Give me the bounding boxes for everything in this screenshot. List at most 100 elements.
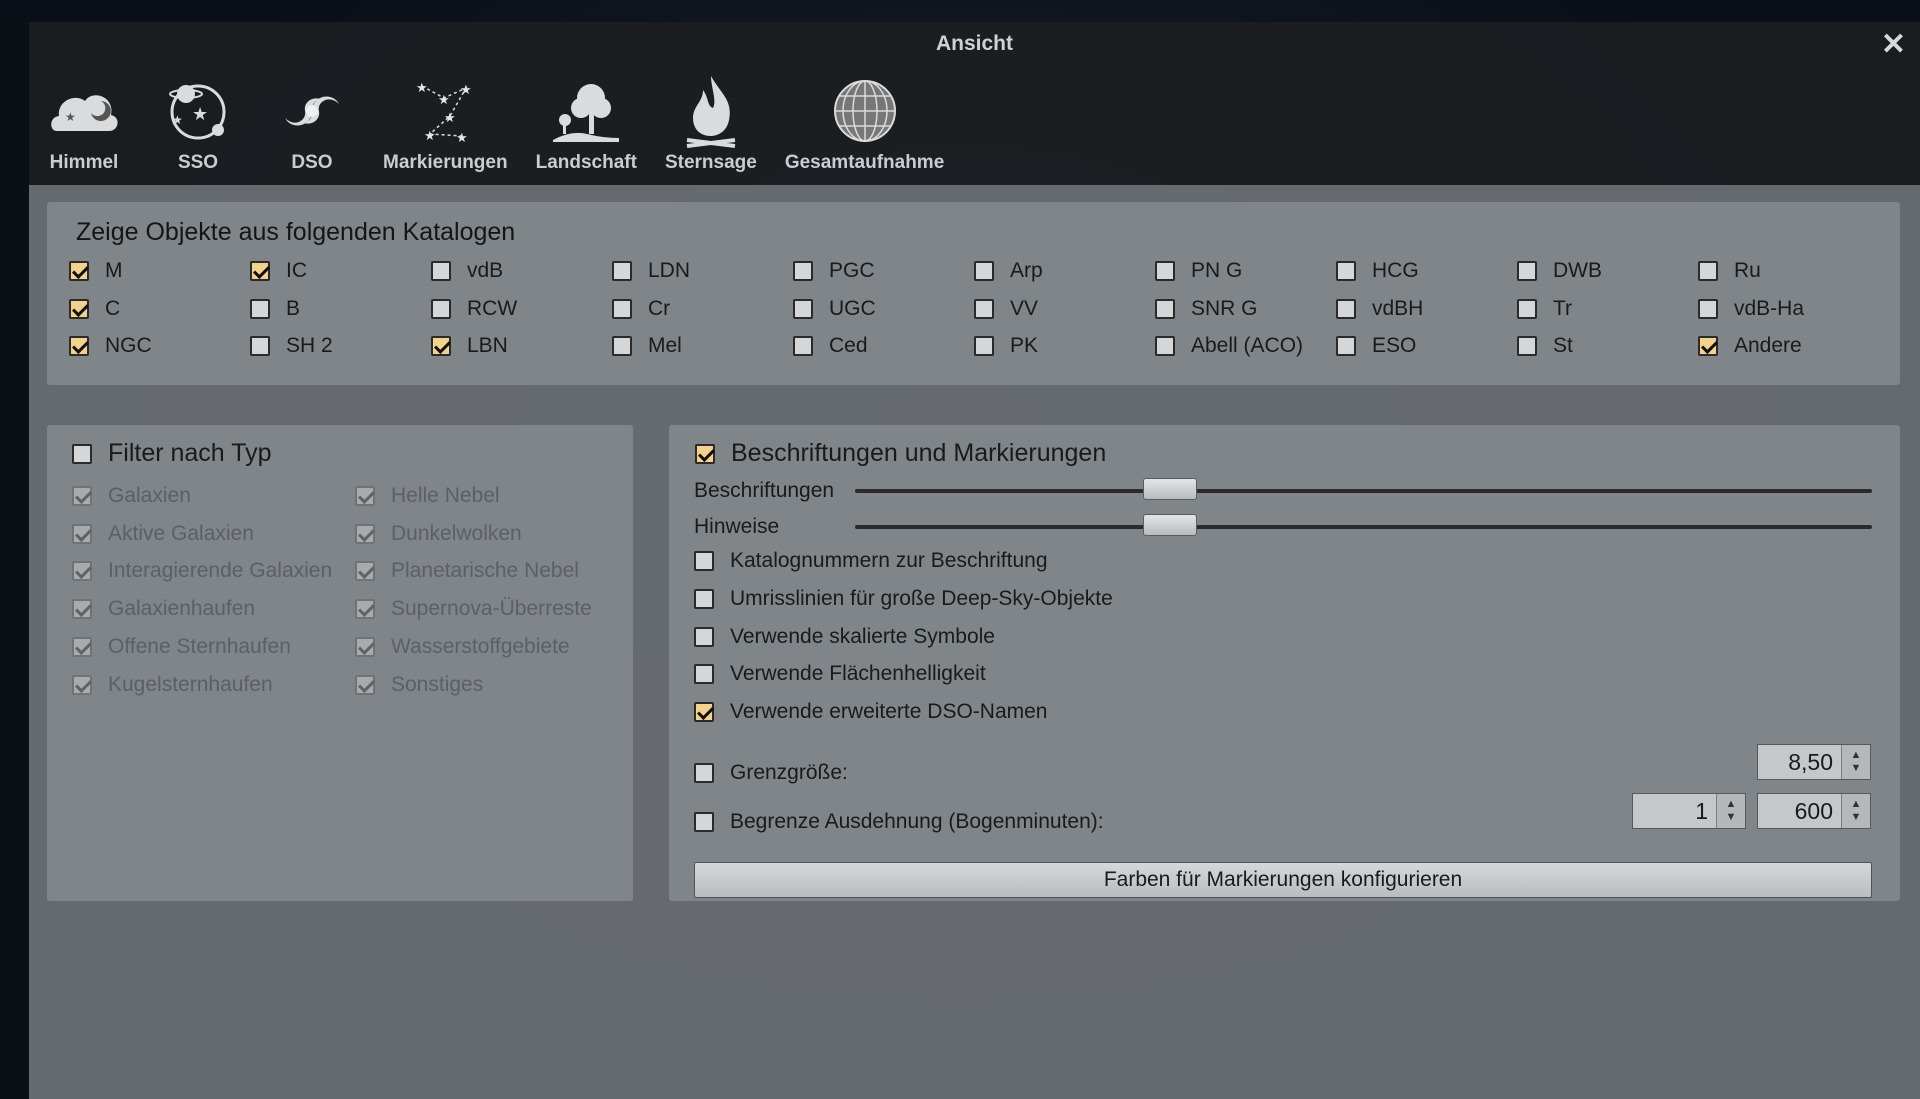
- labels-checkbox[interactable]: [695, 443, 715, 464]
- checkbox-item[interactable]: SNR G: [1155, 297, 1258, 321]
- magnitude-spinbox[interactable]: 8,50 ▲ ▼: [1757, 744, 1871, 780]
- checkbox[interactable]: [974, 298, 994, 319]
- checkbox[interactable]: [1517, 261, 1537, 281]
- checkbox[interactable]: [431, 298, 451, 319]
- checkbox-item[interactable]: Verwende Flächenhelligkeit: [694, 662, 986, 686]
- spin-up-icon[interactable]: ▲: [1726, 798, 1737, 811]
- checkbox-item[interactable]: vdB-Ha: [1698, 297, 1804, 321]
- checkbox[interactable]: [793, 298, 813, 319]
- checkbox-item[interactable]: Katalognummern zur Beschriftung: [694, 549, 1048, 573]
- magnitude-checkbox[interactable]: [694, 763, 714, 783]
- magnitude-value[interactable]: 8,50: [1758, 749, 1841, 776]
- checkbox-item[interactable]: B: [250, 297, 300, 321]
- checkbox[interactable]: [694, 551, 714, 571]
- extent-option[interactable]: Begrenze Ausdehnung (Bogenminuten):: [694, 810, 1104, 834]
- checkbox-item[interactable]: Ru: [1698, 259, 1761, 283]
- checkbox[interactable]: [694, 702, 714, 723]
- spin-up-icon[interactable]: ▲: [1851, 798, 1862, 811]
- extent-max-value[interactable]: 600: [1758, 798, 1841, 825]
- hints-slider-track[interactable]: [855, 525, 1872, 529]
- extent-min-spinbox[interactable]: 1 ▲ ▼: [1632, 793, 1746, 829]
- extent-max-spinbox[interactable]: 600 ▲ ▼: [1757, 793, 1871, 829]
- magnitude-option[interactable]: Grenzgröße:: [694, 761, 848, 785]
- labels-toggle[interactable]: Beschriftungen und Markierungen: [695, 439, 1106, 468]
- tab-markierungen[interactable]: ★ ★ ★ ★ ★ ★ Markierungen: [383, 70, 508, 185]
- checkbox-item[interactable]: LBN: [431, 334, 508, 358]
- spin-down-icon[interactable]: ▼: [1726, 811, 1737, 824]
- checkbox[interactable]: [694, 664, 714, 685]
- checkbox[interactable]: [1336, 336, 1356, 356]
- checkbox-item[interactable]: Umrisslinien für große Deep-Sky-Objekte: [694, 587, 1113, 611]
- checkbox[interactable]: [1336, 298, 1356, 319]
- checkbox-item[interactable]: Cr: [612, 297, 670, 321]
- checkbox[interactable]: [694, 588, 714, 609]
- checkbox[interactable]: [612, 261, 632, 281]
- checkbox-item[interactable]: Mel: [612, 334, 682, 358]
- close-icon[interactable]: ✕: [1881, 30, 1906, 60]
- tab-gesamtaufnahme[interactable]: Gesamtaufnahme: [785, 70, 944, 185]
- checkbox-item[interactable]: HCG: [1336, 259, 1419, 283]
- checkbox-item[interactable]: IC: [250, 259, 307, 283]
- checkbox-item[interactable]: RCW: [431, 297, 517, 321]
- checkbox-item[interactable]: M: [69, 259, 123, 283]
- checkbox-item[interactable]: ESO: [1336, 334, 1416, 358]
- checkbox[interactable]: [69, 336, 89, 356]
- checkbox[interactable]: [1155, 261, 1175, 281]
- checkbox[interactable]: [1698, 261, 1718, 281]
- labels-slider-track[interactable]: [855, 489, 1872, 493]
- checkbox[interactable]: [431, 261, 451, 281]
- checkbox[interactable]: [250, 336, 270, 356]
- checkbox-item[interactable]: Verwende erweiterte DSO-Namen: [694, 700, 1047, 724]
- checkbox-item[interactable]: Abell (ACO): [1155, 334, 1303, 358]
- checkbox-item[interactable]: NGC: [69, 334, 152, 358]
- tab-sso[interactable]: ★ ★ SSO: [155, 70, 241, 185]
- checkbox-item[interactable]: vdB: [431, 259, 503, 283]
- tab-dso[interactable]: DSO: [269, 70, 355, 185]
- checkbox-item[interactable]: vdBH: [1336, 297, 1423, 321]
- checkbox[interactable]: [974, 336, 994, 356]
- hints-slider-handle[interactable]: [1142, 514, 1197, 536]
- tab-landschaft[interactable]: Landschaft: [536, 70, 637, 185]
- spin-down-icon[interactable]: ▼: [1851, 811, 1862, 824]
- checkbox-item[interactable]: St: [1517, 334, 1573, 358]
- checkbox-item[interactable]: Verwende skalierte Symbole: [694, 625, 995, 649]
- checkbox-item[interactable]: Andere: [1698, 334, 1802, 358]
- checkbox-item[interactable]: Ced: [793, 334, 868, 358]
- checkbox[interactable]: [1155, 298, 1175, 319]
- checkbox[interactable]: [1517, 336, 1537, 356]
- checkbox-item[interactable]: LDN: [612, 259, 690, 283]
- checkbox-item[interactable]: Arp: [974, 259, 1043, 283]
- checkbox-item[interactable]: PGC: [793, 259, 875, 283]
- checkbox-item[interactable]: Tr: [1517, 297, 1572, 321]
- checkbox[interactable]: [694, 626, 714, 647]
- checkbox[interactable]: [974, 261, 994, 281]
- checkbox[interactable]: [431, 336, 451, 356]
- checkbox-item[interactable]: PK: [974, 334, 1038, 358]
- configure-colors-button[interactable]: Farben für Markierungen konfigurieren: [694, 862, 1872, 898]
- checkbox[interactable]: [1155, 336, 1175, 356]
- checkbox[interactable]: [1698, 336, 1718, 356]
- checkbox[interactable]: [612, 336, 632, 356]
- spin-down-icon[interactable]: ▼: [1851, 762, 1862, 775]
- checkbox[interactable]: [793, 261, 813, 281]
- checkbox[interactable]: [612, 298, 632, 319]
- spin-up-icon[interactable]: ▲: [1851, 749, 1862, 762]
- extent-min-value[interactable]: 1: [1633, 798, 1716, 825]
- checkbox[interactable]: [1336, 261, 1356, 281]
- labels-slider-handle[interactable]: [1142, 478, 1197, 500]
- tab-sternsage[interactable]: Sternsage: [665, 70, 757, 185]
- checkbox-item[interactable]: PN G: [1155, 259, 1242, 283]
- checkbox-item[interactable]: VV: [974, 297, 1038, 321]
- checkbox[interactable]: [69, 298, 89, 319]
- checkbox[interactable]: [69, 261, 89, 281]
- tab-himmel[interactable]: ★ Himmel: [41, 70, 127, 185]
- checkbox-item[interactable]: SH 2: [250, 334, 333, 358]
- checkbox[interactable]: [250, 298, 270, 319]
- checkbox-item[interactable]: DWB: [1517, 259, 1602, 283]
- checkbox-item[interactable]: C: [69, 297, 120, 321]
- checkbox[interactable]: [793, 336, 813, 356]
- checkbox[interactable]: [1698, 298, 1718, 319]
- extent-checkbox[interactable]: [694, 812, 714, 832]
- checkbox[interactable]: [1517, 298, 1537, 319]
- checkbox[interactable]: [250, 261, 270, 281]
